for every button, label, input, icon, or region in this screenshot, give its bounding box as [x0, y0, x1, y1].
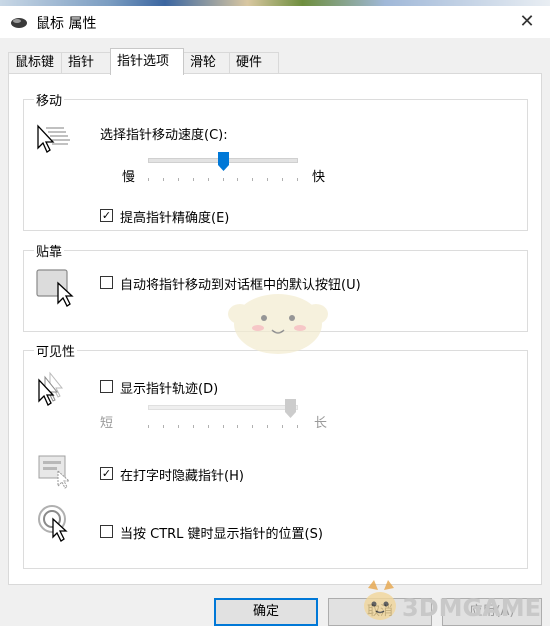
hide-while-typing-label[interactable]: 在打字时隐藏指针(H): [120, 465, 244, 484]
trails-label[interactable]: 显示指针轨迹(D): [120, 378, 218, 397]
trails-slider-thumb[interactable]: [285, 399, 296, 418]
slider-tick: [162, 425, 164, 428]
slider-tick: [177, 178, 179, 181]
show-location-checkbox[interactable]: [100, 525, 113, 538]
slider-tick: [192, 178, 194, 181]
slider-tick: [237, 178, 239, 181]
slider-tick: [222, 425, 224, 428]
trails-slider-ticks: [148, 425, 298, 429]
short-label: 短: [100, 416, 114, 431]
trails-slider-track[interactable]: [148, 405, 298, 410]
visibility-group-title: 可见性: [34, 341, 78, 360]
long-label: 长: [314, 416, 328, 431]
slider-tick: [237, 425, 239, 428]
slow-label: 慢: [122, 170, 136, 185]
slider-tick: [148, 425, 149, 428]
slider-tick: [148, 178, 149, 181]
slider-tick: [267, 178, 269, 181]
slider-tick: [207, 425, 209, 428]
speed-slider-thumb[interactable]: [217, 152, 229, 171]
slider-tick: [282, 425, 284, 428]
slider-tick: [252, 178, 254, 181]
fast-label: 快: [312, 170, 326, 185]
tab-pointers[interactable]: 指针: [61, 52, 111, 74]
tab-hardware[interactable]: 硬件: [229, 52, 279, 74]
slider-tick: [297, 178, 298, 181]
watermark-mascot: [228, 294, 328, 354]
tab-buttons[interactable]: 鼠标键: [8, 52, 62, 74]
speed-slider-ticks: [148, 178, 298, 182]
slider-tick: [282, 178, 284, 181]
show-location-icon: [38, 505, 68, 542]
snap-group-title: 贴靠: [34, 241, 65, 260]
snap-to-button-icon: [36, 269, 74, 307]
slider-tick: [267, 425, 269, 428]
mouse-icon: [11, 18, 27, 28]
slider-tick: [162, 178, 164, 181]
ok-button[interactable]: 确定: [214, 598, 318, 626]
motion-group: 移动 选择指针移动速度(C): 慢 快 ✓ 提高指针精确度(E): [23, 90, 528, 231]
slider-tick: [177, 425, 179, 428]
close-button[interactable]: ✕: [514, 10, 540, 34]
precision-label[interactable]: 提高指针精确度(E): [120, 207, 229, 226]
slider-tick: [222, 178, 224, 181]
motion-group-title: 移动: [34, 90, 65, 109]
pointer-speed-icon: [37, 124, 70, 153]
hide-while-typing-checkbox[interactable]: ✓: [100, 467, 113, 480]
precision-checkbox[interactable]: ✓: [100, 209, 113, 222]
slider-tick: [207, 178, 209, 181]
show-location-label[interactable]: 当按 CTRL 键时显示指针的位置(S): [120, 523, 323, 542]
watermark-logo-icon: [364, 580, 396, 620]
visibility-group: 可见性 显示指针轨迹(D) 短 长 ✓ 在打字时隐藏指针(H) 当按 CTRL …: [23, 341, 528, 569]
slider-tick: [192, 425, 194, 428]
tab-wheel[interactable]: 滑轮: [183, 52, 230, 74]
speed-label: 选择指针移动速度(C):: [100, 128, 228, 143]
pointer-trails-icon: [38, 371, 64, 406]
window-title: 鼠标 属性: [36, 16, 97, 32]
hide-while-typing-icon: [38, 455, 71, 489]
tab-pointer-options[interactable]: 指针选项: [110, 48, 184, 75]
watermark-text: 3DMGAME: [402, 594, 542, 622]
trails-checkbox[interactable]: [100, 380, 113, 393]
title-bar: 鼠标 属性 ✕: [0, 6, 550, 38]
slider-tick: [297, 425, 298, 428]
slider-tick: [252, 425, 254, 428]
snap-checkbox[interactable]: [100, 276, 113, 289]
